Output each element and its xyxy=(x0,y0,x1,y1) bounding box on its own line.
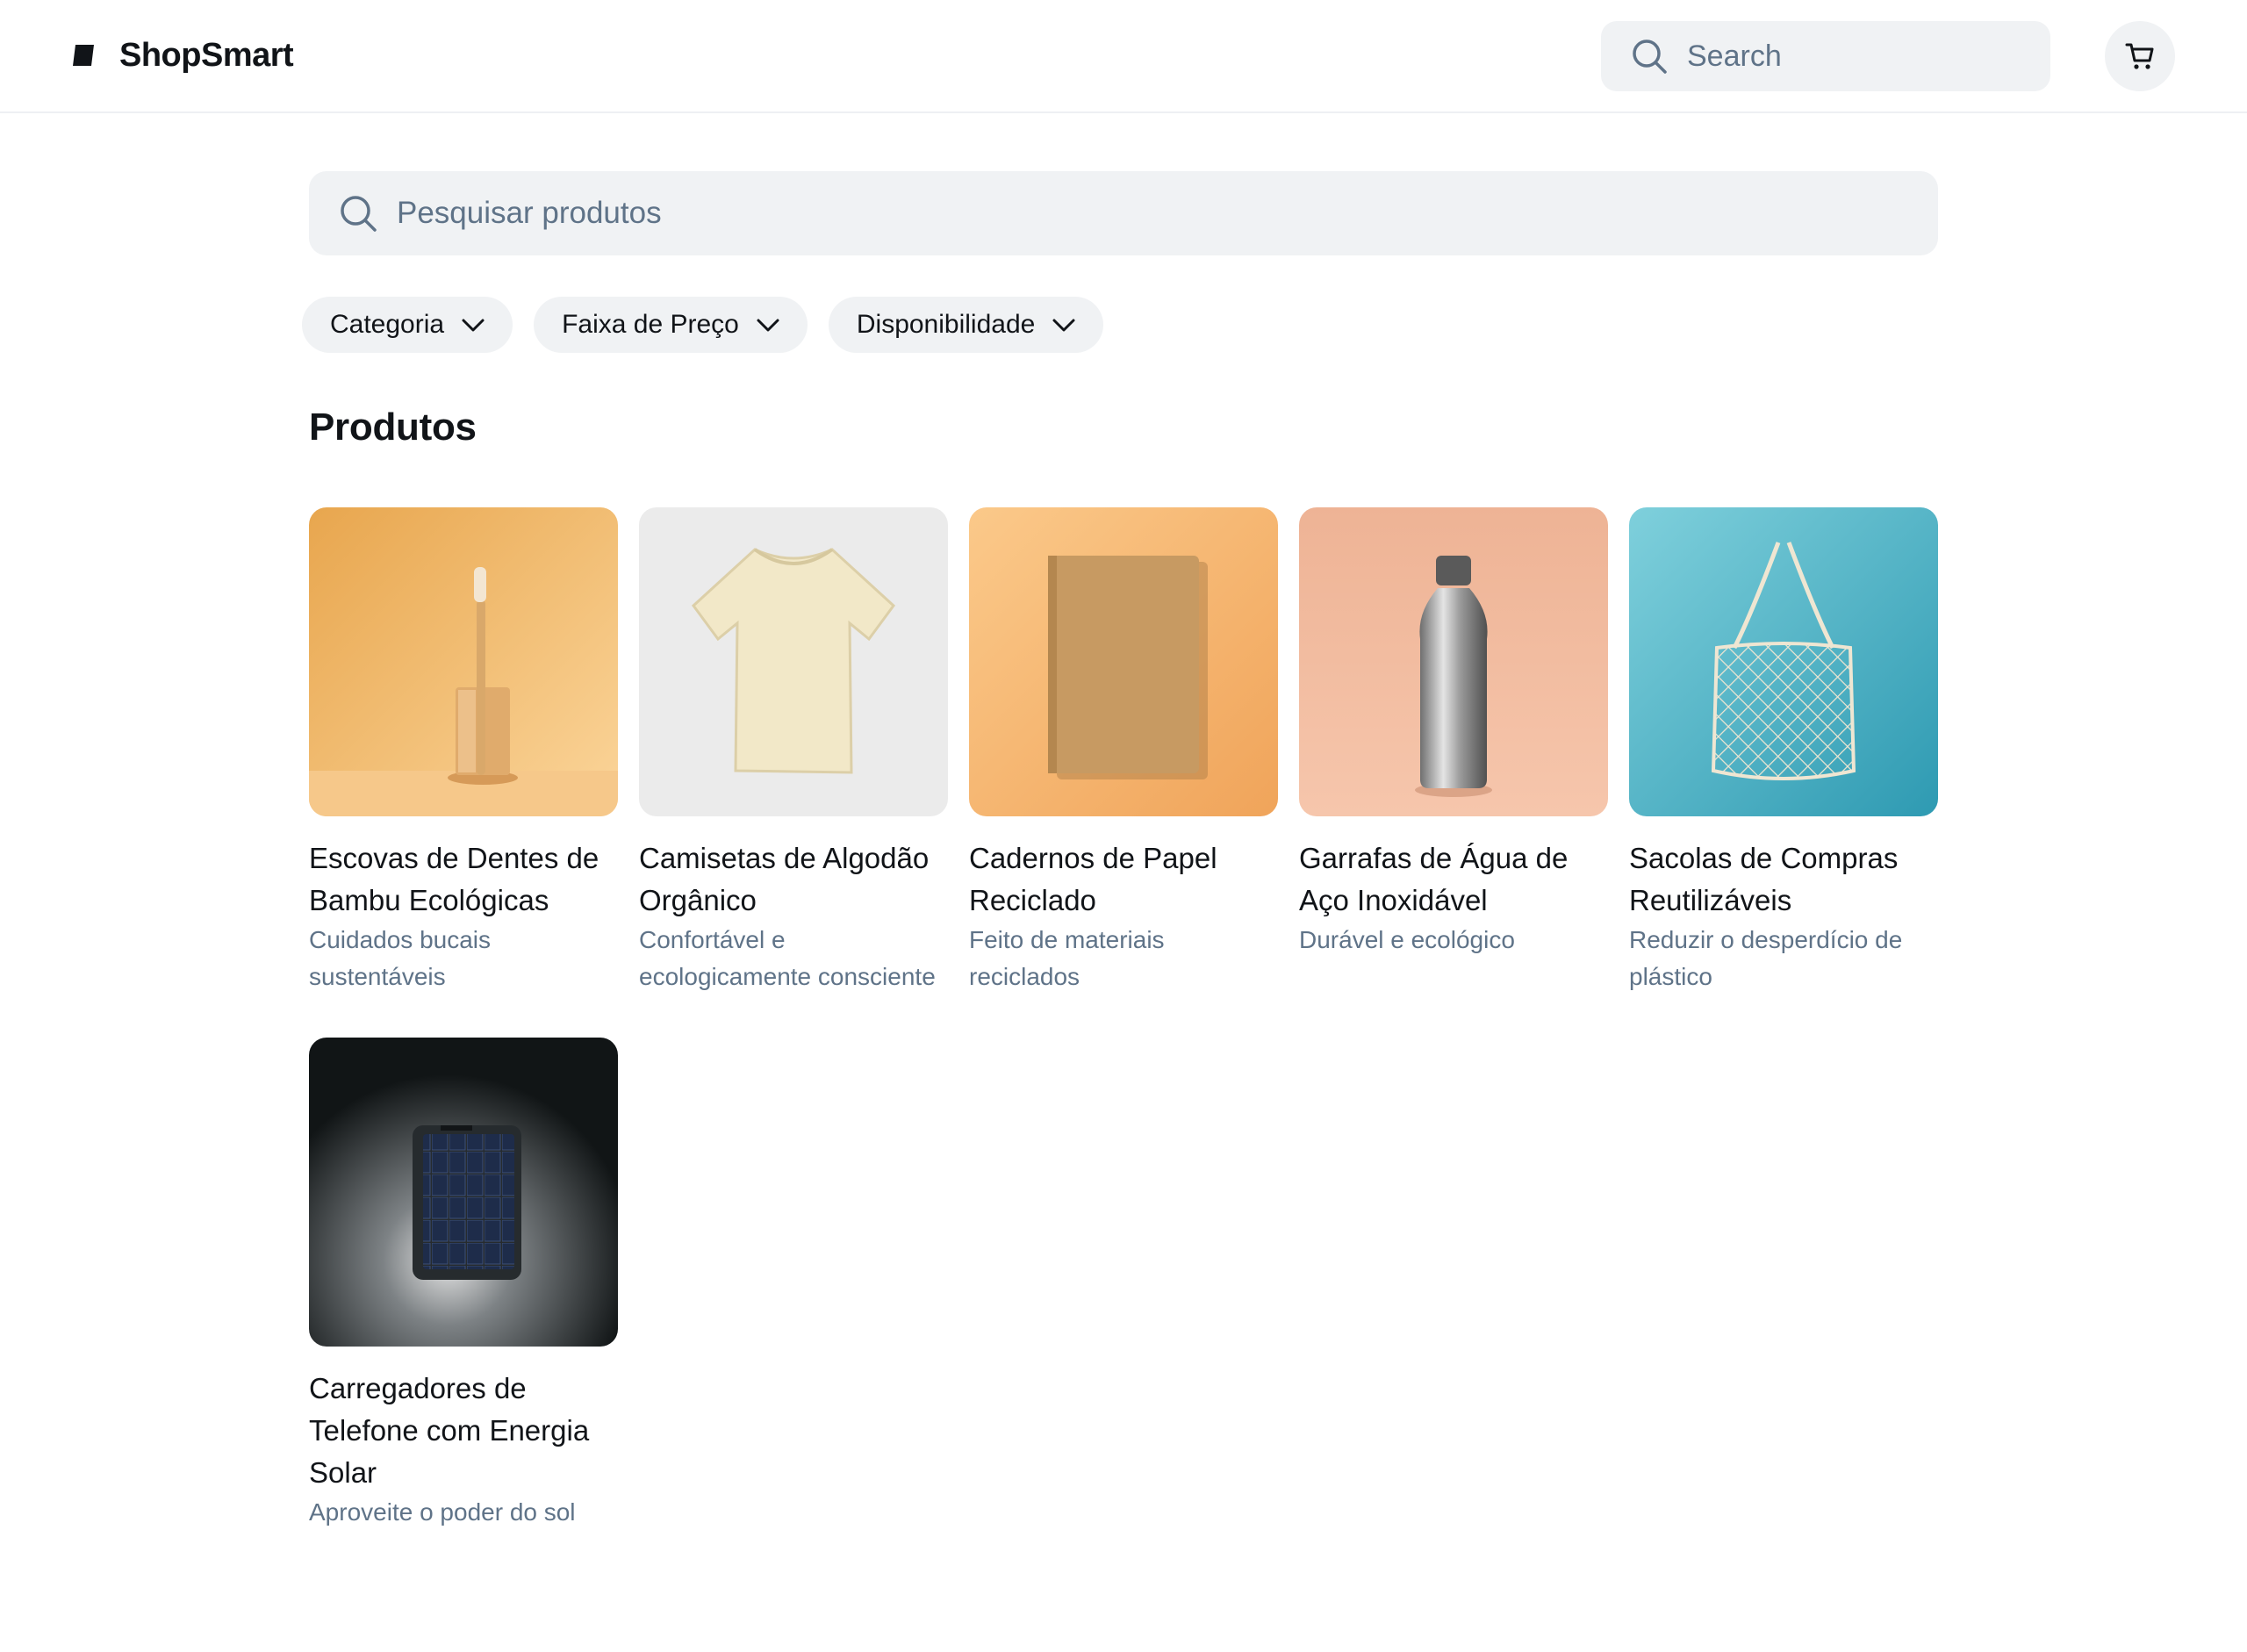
product-title[interactable]: Escovas de Dentes de Bambu Ecológicas xyxy=(309,837,618,922)
filter-label: Categoria xyxy=(330,310,445,339)
filter-bar: Categoria Faixa de Preço Disponibilidade xyxy=(302,297,1104,353)
product-image-mesh-bag[interactable] xyxy=(1629,507,1938,816)
product-title[interactable]: Carregadores de Telefone com Energia Sol… xyxy=(309,1368,618,1494)
product-image-solar-charger[interactable] xyxy=(309,1038,618,1347)
product-card[interactable]: Garrafas de Água de Aço Inoxidável Duráv… xyxy=(1299,507,1608,995)
product-card[interactable]: Camisetas de Algodão Orgânico Confortáve… xyxy=(639,507,948,995)
product-subtitle: Reduzir o desperdício de plástico xyxy=(1629,926,1903,990)
product-subtitle: Confortável e ecologicamente consciente xyxy=(639,926,936,990)
chevron-down-icon xyxy=(1052,319,1075,332)
chevron-down-icon xyxy=(757,319,779,332)
product-card[interactable]: Escovas de Dentes de Bambu Ecológicas Cu… xyxy=(309,507,618,995)
section-title: Produtos xyxy=(309,406,477,449)
product-title[interactable]: Cadernos de Papel Reciclado xyxy=(969,837,1278,922)
product-title[interactable]: Sacolas de Compras Reutilizáveis xyxy=(1629,837,1938,922)
product-search-input[interactable]: Pesquisar produtos xyxy=(309,171,1938,255)
product-subtitle: Aproveite o poder do sol xyxy=(309,1498,576,1526)
product-search-placeholder: Pesquisar produtos xyxy=(397,196,662,230)
shopsmart-logo-icon xyxy=(73,45,94,66)
cart-icon xyxy=(2125,43,2154,69)
top-nav-bar: ShopSmart Search xyxy=(0,0,2247,113)
product-card[interactable]: Carregadores de Telefone com Energia Sol… xyxy=(309,1038,618,1531)
product-image-organic-tshirt[interactable] xyxy=(639,507,948,816)
product-card[interactable]: Cadernos de Papel Reciclado Feito de mat… xyxy=(969,507,1278,995)
product-subtitle: Feito de materiais reciclados xyxy=(969,926,1165,990)
product-title[interactable]: Camisetas de Algodão Orgânico xyxy=(639,837,948,922)
search-icon xyxy=(1633,40,1667,74)
filter-label: Disponibilidade xyxy=(856,310,1036,339)
product-image-recycled-notebook[interactable] xyxy=(969,507,1278,816)
product-title[interactable]: Garrafas de Água de Aço Inoxidável xyxy=(1299,837,1608,922)
product-image-bamboo-toothbrush[interactable] xyxy=(309,507,618,816)
product-subtitle: Cuidados bucais sustentáveis xyxy=(309,926,492,990)
filter-label: Faixa de Preço xyxy=(562,310,739,339)
product-grid: Escovas de Dentes de Bambu Ecológicas Cu… xyxy=(309,507,1938,1531)
brand-name: ShopSmart xyxy=(119,36,294,74)
filter-availability[interactable]: Disponibilidade xyxy=(828,297,1104,353)
chevron-down-icon xyxy=(462,319,485,332)
product-image-steel-bottle[interactable] xyxy=(1299,507,1608,816)
header-search-input[interactable]: Search xyxy=(1601,21,2050,91)
brand[interactable]: ShopSmart xyxy=(70,33,294,77)
filter-category[interactable]: Categoria xyxy=(302,297,513,353)
filter-price-range[interactable]: Faixa de Preço xyxy=(534,297,808,353)
header-search-placeholder: Search xyxy=(1687,39,1782,73)
product-subtitle: Durável e ecológico xyxy=(1299,926,1515,953)
search-icon xyxy=(341,196,377,232)
cart-button[interactable] xyxy=(2105,21,2175,91)
product-card[interactable]: Sacolas de Compras Reutilizáveis Reduzir… xyxy=(1629,507,1938,995)
